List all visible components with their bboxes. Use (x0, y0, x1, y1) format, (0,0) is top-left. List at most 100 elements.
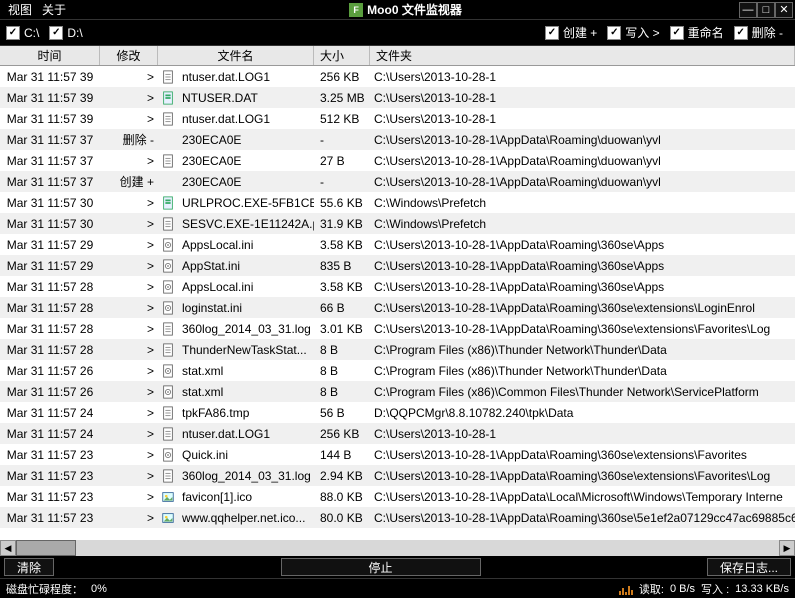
table-body[interactable]: Mar 31 11:57 39>ntuser.dat.LOG1256 KBC:\… (0, 66, 795, 540)
cell-size: 144 B (314, 444, 370, 465)
cell-folder: C:\Users\2013-10-28-1\AppData\Roaming\36… (370, 234, 795, 255)
cell-name: AppsLocal.ini (178, 234, 314, 255)
col-name[interactable]: 文件名 (158, 46, 314, 65)
table-row[interactable]: Mar 31 11:57 30>SESVC.EXE-1E11242A.pf31.… (0, 213, 795, 234)
cell-modify: > (100, 276, 158, 297)
drive-d-checkbox[interactable] (49, 26, 63, 40)
cell-folder: C:\Program Files (x86)\Common Files\Thun… (370, 381, 795, 402)
file-icon (158, 465, 178, 486)
table-row[interactable]: Mar 31 11:57 39>ntuser.dat.LOG1512 KBC:\… (0, 108, 795, 129)
stop-button[interactable]: 停止 (281, 558, 481, 576)
table-row[interactable]: Mar 31 11:57 23>www.qqhelper.net.ico...8… (0, 507, 795, 528)
table-row[interactable]: Mar 31 11:57 39>NTUSER.DAT3.25 MBC:\User… (0, 87, 795, 108)
col-folder[interactable]: 文件夹 (370, 46, 795, 65)
table-row[interactable]: Mar 31 11:57 37创建 +230ECA0E-C:\Users\201… (0, 171, 795, 192)
cell-folder: C:\Users\2013-10-28-1\AppData\Roaming\36… (370, 318, 795, 339)
read-value: 0 B/s (670, 583, 695, 595)
cell-size: 3.58 KB (314, 276, 370, 297)
table-row[interactable]: Mar 31 11:57 28>ThunderNewTaskStat...8 B… (0, 339, 795, 360)
table-row[interactable]: Mar 31 11:57 29>AppStat.ini835 BC:\Users… (0, 255, 795, 276)
table-row[interactable]: Mar 31 11:57 37删除 -230ECA0E-C:\Users\201… (0, 129, 795, 150)
cell-name: ntuser.dat.LOG1 (178, 66, 314, 87)
save-log-button[interactable]: 保存日志... (707, 558, 791, 576)
cell-time: Mar 31 11:57 28 (0, 297, 100, 318)
drive-c-label: C:\ (24, 26, 39, 40)
cell-name: NTUSER.DAT (178, 87, 314, 108)
cell-name: SESVC.EXE-1E11242A.pf (178, 213, 314, 234)
cell-name: 230ECA0E (178, 129, 314, 150)
cell-modify: > (100, 465, 158, 486)
drive-d-label: D:\ (67, 26, 82, 40)
cell-modify: > (100, 150, 158, 171)
cell-time: Mar 31 11:57 30 (0, 213, 100, 234)
cell-name: ntuser.dat.LOG1 (178, 423, 314, 444)
table-row[interactable]: Mar 31 11:57 37>230ECA0E27 BC:\Users\201… (0, 150, 795, 171)
cell-name: stat.xml (178, 381, 314, 402)
filter-write-label: 写入 > (625, 24, 659, 41)
table-row[interactable]: Mar 31 11:57 23>360log_2014_03_31.log2.9… (0, 465, 795, 486)
table-row[interactable]: Mar 31 11:57 26>stat.xml8 BC:\Program Fi… (0, 381, 795, 402)
app-icon: F (349, 3, 363, 17)
filter-delete-checkbox[interactable] (734, 26, 748, 40)
col-size[interactable]: 大小 (314, 46, 370, 65)
table-row[interactable]: Mar 31 11:57 28>AppsLocal.ini3.58 KBC:\U… (0, 276, 795, 297)
table-row[interactable]: Mar 31 11:57 39>ntuser.dat.LOG1256 KBC:\… (0, 66, 795, 87)
table-row[interactable]: Mar 31 11:57 28>loginstat.ini66 BC:\User… (0, 297, 795, 318)
cell-size: - (314, 129, 370, 150)
cell-time: Mar 31 11:57 24 (0, 423, 100, 444)
cell-modify: > (100, 486, 158, 507)
table-row[interactable]: Mar 31 11:57 23>favicon[1].ico88.0 KBC:\… (0, 486, 795, 507)
table-row[interactable]: Mar 31 11:57 29>AppsLocal.ini3.58 KBC:\U… (0, 234, 795, 255)
cell-modify: 创建 + (100, 171, 158, 192)
cell-time: Mar 31 11:57 29 (0, 234, 100, 255)
col-modify[interactable]: 修改 (100, 46, 158, 65)
activity-bars-icon (619, 583, 633, 595)
close-button[interactable]: ✕ (775, 2, 793, 18)
cell-time: Mar 31 11:57 28 (0, 276, 100, 297)
cell-modify: > (100, 318, 158, 339)
cell-size: 31.9 KB (314, 213, 370, 234)
cell-folder: C:\Users\2013-10-28-1 (370, 423, 795, 444)
cell-modify: > (100, 339, 158, 360)
table-row[interactable]: Mar 31 11:57 24>ntuser.dat.LOG1256 KBC:\… (0, 423, 795, 444)
table-row[interactable]: Mar 31 11:57 24>tpkFA86.tmp56 BD:\QQPCMg… (0, 402, 795, 423)
filter-rename-checkbox[interactable] (670, 26, 684, 40)
filter-write-checkbox[interactable] (607, 26, 621, 40)
cell-name: stat.xml (178, 360, 314, 381)
file-icon (158, 213, 178, 234)
horizontal-scrollbar[interactable]: ◀ ▶ (0, 540, 795, 556)
cell-name: 360log_2014_03_31.log (178, 318, 314, 339)
cell-folder: C:\Users\2013-10-28-1\AppData\Roaming\36… (370, 444, 795, 465)
menu-about[interactable]: 关于 (42, 1, 66, 18)
cell-size: 27 B (314, 150, 370, 171)
table-row[interactable]: Mar 31 11:57 30>URLPROC.EXE-5FB1CB...55.… (0, 192, 795, 213)
menu-view[interactable]: 视图 (8, 1, 32, 18)
scroll-right-button[interactable]: ▶ (779, 540, 795, 556)
table-row[interactable]: Mar 31 11:57 28>360log_2014_03_31.log3.0… (0, 318, 795, 339)
scroll-thumb[interactable] (16, 540, 76, 556)
cell-time: Mar 31 11:57 23 (0, 444, 100, 465)
table-row[interactable]: Mar 31 11:57 26>stat.xml8 BC:\Program Fi… (0, 360, 795, 381)
cell-time: Mar 31 11:57 39 (0, 108, 100, 129)
clear-button[interactable]: 清除 (4, 558, 54, 576)
scroll-track[interactable] (16, 540, 779, 556)
scroll-left-button[interactable]: ◀ (0, 540, 16, 556)
minimize-button[interactable]: — (739, 2, 757, 18)
col-time[interactable]: 时间 (0, 46, 100, 65)
cell-folder: C:\Program Files (x86)\Thunder Network\T… (370, 339, 795, 360)
cell-time: Mar 31 11:57 28 (0, 339, 100, 360)
cell-modify: > (100, 444, 158, 465)
drive-c-checkbox[interactable] (6, 26, 20, 40)
cell-time: Mar 31 11:57 37 (0, 150, 100, 171)
busy-label: 磁盘忙碌程度： (6, 581, 83, 597)
write-label: 写入 : (701, 581, 729, 597)
cell-folder: C:\Users\2013-10-28-1\AppData\Roaming\36… (370, 465, 795, 486)
filter-create-checkbox[interactable] (545, 26, 559, 40)
cell-modify: > (100, 108, 158, 129)
table-row[interactable]: Mar 31 11:57 23>Quick.ini144 BC:\Users\2… (0, 444, 795, 465)
file-icon (158, 486, 178, 507)
status-bar: 磁盘忙碌程度： 0% 读取: 0 B/s 写入 : 13.33 KB/s (0, 578, 795, 598)
cell-name: 230ECA0E (178, 150, 314, 171)
cell-name: ntuser.dat.LOG1 (178, 108, 314, 129)
maximize-button[interactable]: □ (757, 2, 775, 18)
